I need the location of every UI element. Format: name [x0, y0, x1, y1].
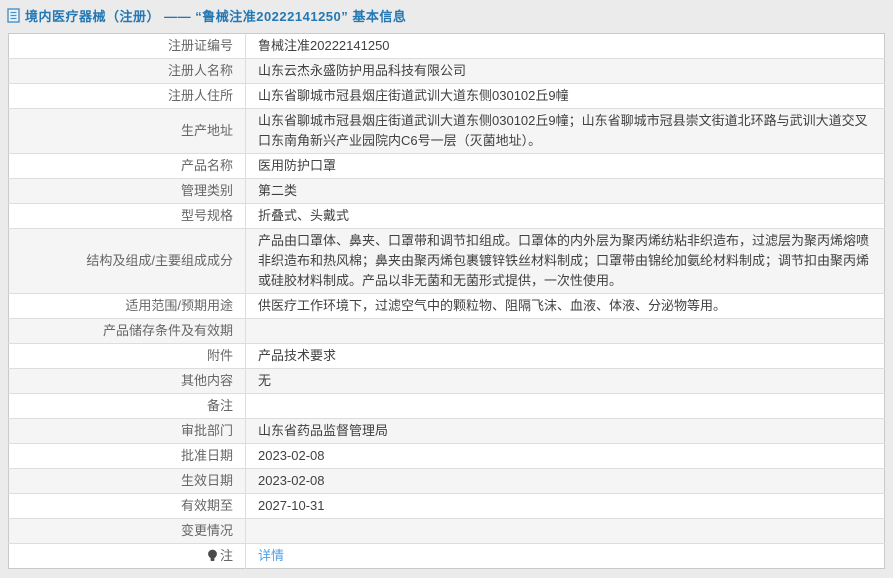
row-label-text: 注册人住所 — [168, 88, 233, 103]
row-value-text: 折叠式、头戴式 — [258, 208, 349, 223]
page-title-bar: 境内医疗器械（注册） —— “鲁械注准20222141250” 基本信息 — [0, 0, 893, 29]
row-label: 生效日期 — [9, 469, 246, 494]
row-label: 注册人名称 — [9, 59, 246, 84]
row-label: 附件 — [9, 344, 246, 369]
row-value: 2023-02-08 — [246, 444, 885, 469]
row-label: 适用范围/预期用途 — [9, 294, 246, 319]
table-row: 有效期至 2027-10-31 — [9, 494, 885, 519]
row-label: 注册人住所 — [9, 84, 246, 109]
table-row: 注册人名称 山东云杰永盛防护用品科技有限公司 — [9, 59, 885, 84]
row-value-text: 供医疗工作环境下，过滤空气中的颗粒物、阻隔飞沫、血液、体液、分泌物等用。 — [258, 298, 726, 313]
table-row: 批准日期 2023-02-08 — [9, 444, 885, 469]
row-label-text: 型号规格 — [181, 208, 233, 223]
table-row: 其他内容 无 — [9, 369, 885, 394]
row-label: 其他内容 — [9, 369, 246, 394]
table-row: 结构及组成/主要组成成分 产品由口罩体、鼻夹、口罩带和调节扣组成。口罩体的内外层为… — [9, 229, 885, 294]
page-title: 境内医疗器械（注册） —— “鲁械注准20222141250” 基本信息 — [25, 6, 406, 25]
row-label: 产品储存条件及有效期 — [9, 319, 246, 344]
row-value-text: 鲁械注准20222141250 — [258, 38, 390, 53]
row-value: 产品技术要求 — [246, 344, 885, 369]
row-value — [246, 519, 885, 544]
row-value-text: 2023-02-08 — [258, 473, 325, 488]
row-value-text: 山东省聊城市冠县烟庄街道武训大道东侧030102丘9幢；山东省聊城市冠县崇文街道… — [258, 113, 868, 148]
row-label: 产品名称 — [9, 154, 246, 179]
row-value: 山东省药品监督管理局 — [246, 419, 885, 444]
row-value-text: 2023-02-08 — [258, 448, 325, 463]
row-label-text: 结构及组成/主要组成成分 — [86, 253, 233, 268]
table-row: 备注 — [9, 394, 885, 419]
row-value: 折叠式、头戴式 — [246, 204, 885, 229]
row-value-text: 第二类 — [258, 183, 297, 198]
row-label: 管理类别 — [9, 179, 246, 204]
row-label-text: 注册证编号 — [168, 38, 233, 53]
registration-info-table: 注册证编号 鲁械注准20222141250 注册人名称 山东云杰永盛防护用品科技有限公… — [8, 33, 885, 569]
row-label: 有效期至 — [9, 494, 246, 519]
row-value: 详情 — [246, 544, 885, 569]
row-value-text: 2027-10-31 — [258, 498, 325, 513]
row-value-text: 山东省药品监督管理局 — [258, 423, 388, 438]
row-value-text: 医用防护口罩 — [258, 158, 336, 173]
row-value: 第二类 — [246, 179, 885, 204]
table-row: 管理类别 第二类 — [9, 179, 885, 204]
row-value-text: 山东省聊城市冠县烟庄街道武训大道东侧030102丘9幢 — [258, 88, 569, 103]
row-label: 批准日期 — [9, 444, 246, 469]
row-label-text: 生效日期 — [181, 473, 233, 488]
table-row: 产品名称 医用防护口罩 — [9, 154, 885, 179]
row-value: 鲁械注准20222141250 — [246, 34, 885, 59]
row-label-text: 适用范围/预期用途 — [125, 298, 233, 313]
table-row: 注 详情 — [9, 544, 885, 569]
row-label: 备注 — [9, 394, 246, 419]
table-row: 注册人住所 山东省聊城市冠县烟庄街道武训大道东侧030102丘9幢 — [9, 84, 885, 109]
table-row: 变更情况 — [9, 519, 885, 544]
row-label-text: 变更情况 — [181, 523, 233, 538]
row-value: 医用防护口罩 — [246, 154, 885, 179]
row-label-text: 注册人名称 — [168, 63, 233, 78]
row-label-text: 产品储存条件及有效期 — [103, 323, 233, 338]
row-value: 山东云杰永盛防护用品科技有限公司 — [246, 59, 885, 84]
row-value: 2027-10-31 — [246, 494, 885, 519]
row-value-text: 产品技术要求 — [258, 348, 336, 363]
row-label: 变更情况 — [9, 519, 246, 544]
row-value: 山东省聊城市冠县烟庄街道武训大道东侧030102丘9幢 — [246, 84, 885, 109]
row-value: 供医疗工作环境下，过滤空气中的颗粒物、阻隔飞沫、血液、体液、分泌物等用。 — [246, 294, 885, 319]
row-value — [246, 394, 885, 419]
row-label: 型号规格 — [9, 204, 246, 229]
row-label: 审批部门 — [9, 419, 246, 444]
table-row: 生效日期 2023-02-08 — [9, 469, 885, 494]
row-label-text: 注 — [220, 548, 233, 563]
row-value-text: 无 — [258, 373, 271, 388]
table-row: 型号规格 折叠式、头戴式 — [9, 204, 885, 229]
row-value: 2023-02-08 — [246, 469, 885, 494]
row-label: 注册证编号 — [9, 34, 246, 59]
detail-link[interactable]: 详情 — [258, 548, 284, 563]
row-value: 无 — [246, 369, 885, 394]
document-icon — [7, 8, 20, 23]
table-row: 审批部门 山东省药品监督管理局 — [9, 419, 885, 444]
table-row: 附件 产品技术要求 — [9, 344, 885, 369]
row-label-text: 审批部门 — [181, 423, 233, 438]
row-label-text: 管理类别 — [181, 183, 233, 198]
row-label: 结构及组成/主要组成成分 — [9, 229, 246, 294]
row-value: 产品由口罩体、鼻夹、口罩带和调节扣组成。口罩体的内外层为聚丙烯纺粘非织造布，过滤… — [246, 229, 885, 294]
table-row: 产品储存条件及有效期 — [9, 319, 885, 344]
row-label-text: 附件 — [207, 348, 233, 363]
table-row: 生产地址 山东省聊城市冠县烟庄街道武训大道东侧030102丘9幢；山东省聊城市冠县… — [9, 109, 885, 154]
row-label: 注 — [9, 544, 246, 569]
bulb-icon — [207, 548, 220, 563]
table-row: 注册证编号 鲁械注准20222141250 — [9, 34, 885, 59]
row-value — [246, 319, 885, 344]
row-label-text: 有效期至 — [181, 498, 233, 513]
row-label-text: 备注 — [207, 398, 233, 413]
row-label-text: 批准日期 — [181, 448, 233, 463]
row-value-text: 山东云杰永盛防护用品科技有限公司 — [258, 63, 466, 78]
row-label-text: 生产地址 — [181, 123, 233, 138]
row-label-text: 其他内容 — [181, 373, 233, 388]
row-label: 生产地址 — [9, 109, 246, 154]
row-label-text: 产品名称 — [181, 158, 233, 173]
row-value-text: 产品由口罩体、鼻夹、口罩带和调节扣组成。口罩体的内外层为聚丙烯纺粘非织造布，过滤… — [258, 233, 869, 288]
row-value: 山东省聊城市冠县烟庄街道武训大道东侧030102丘9幢；山东省聊城市冠县崇文街道… — [246, 109, 885, 154]
table-row: 适用范围/预期用途 供医疗工作环境下，过滤空气中的颗粒物、阻隔飞沫、血液、体液、分… — [9, 294, 885, 319]
